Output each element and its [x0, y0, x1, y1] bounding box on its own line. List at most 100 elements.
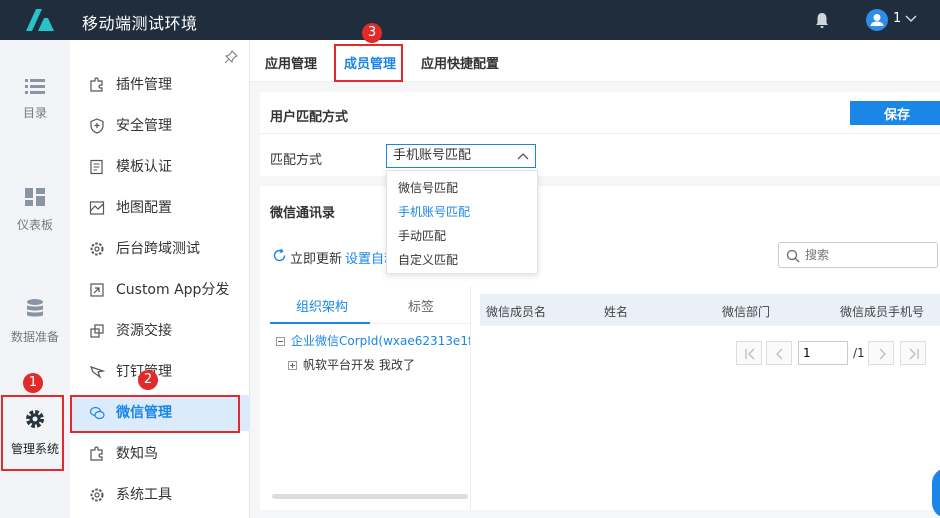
rail-label-dashboard: 仪表板	[16, 218, 53, 232]
chevron-left-icon	[776, 348, 783, 360]
last-page-button[interactable]	[900, 341, 926, 365]
puzzle-icon	[90, 77, 103, 92]
menu-label: 插件管理	[116, 77, 172, 93]
tab-org-structure[interactable]: 组织架构	[296, 296, 348, 315]
chevron-up-icon	[517, 153, 529, 160]
pin-icon[interactable]	[224, 50, 238, 64]
dashboard-icon	[25, 188, 45, 206]
collapse-icon[interactable]	[276, 337, 285, 346]
member-table-header: 微信成员名 姓名 微信部门 微信成员手机号	[480, 294, 940, 326]
rail-item-dashboard[interactable]: 仪表板	[0, 188, 70, 233]
rail-label-catalog: 目录	[22, 106, 47, 120]
refresh-now-button[interactable]: 立即更新	[290, 248, 342, 267]
tree-node-corp[interactable]: 企业微信CorpId(wxae62313e1fa9	[276, 332, 470, 349]
expand-icon[interactable]	[288, 361, 297, 370]
shield-icon	[90, 118, 104, 134]
step-badge-2: 2	[138, 370, 158, 390]
bird-icon	[90, 446, 103, 461]
menu-item-cors-test[interactable]: 后台跨域测试	[70, 231, 250, 267]
next-page-button[interactable]	[868, 341, 894, 365]
panel-divider	[470, 286, 471, 510]
menu-item-dingtalk[interactable]: 钉钉管理	[70, 354, 250, 390]
menu-item-resource-handover[interactable]: 资源交接	[70, 313, 250, 349]
option-manual[interactable]: 手动匹配	[398, 227, 446, 244]
column-header[interactable]: 姓名	[604, 303, 628, 320]
highlight-admin	[1, 395, 64, 471]
tab-tags[interactable]: 标签	[408, 296, 434, 315]
rail-item-data-prep[interactable]: 数据准备	[0, 298, 70, 345]
first-page-button[interactable]	[736, 341, 762, 365]
match-method-label: 匹配方式	[270, 153, 323, 168]
floating-help-button[interactable]	[932, 468, 940, 518]
page-number-input[interactable]	[798, 341, 848, 365]
bell-icon[interactable]	[814, 11, 830, 29]
main-content: 应用管理 成员管理 应用快捷配置 用户匹配方式 保存 匹配方式 手机账号匹配 微…	[250, 40, 940, 518]
divider	[260, 133, 940, 134]
chevron-down-icon[interactable]	[905, 14, 917, 24]
match-method-select[interactable]: 手机账号匹配	[386, 144, 536, 168]
menu-item-system-tools[interactable]: 系统工具	[70, 477, 250, 513]
menu-item-map-config[interactable]: 地图配置	[70, 190, 250, 226]
share-icon	[90, 283, 104, 297]
menu-label: 地图配置	[116, 200, 172, 216]
tab-app-shortcut-config[interactable]: 应用快捷配置	[421, 53, 499, 72]
menu-item-shuzhiniao[interactable]: 数知鸟	[70, 436, 250, 472]
user-match-card: 用户匹配方式 保存 匹配方式 手机账号匹配	[260, 92, 940, 176]
tree-node-label: 企业微信CorpId(wxae62313e1fa9	[291, 334, 470, 348]
top-bar: 移动端测试环境 1	[0, 0, 940, 40]
menu-label: Custom App分发	[116, 282, 230, 298]
rail-item-catalog[interactable]: 目录	[0, 78, 70, 121]
highlight-wechat	[70, 395, 240, 433]
user-count[interactable]: 1	[893, 11, 901, 26]
option-custom[interactable]: 自定义匹配	[398, 251, 458, 268]
menu-item-security[interactable]: 安全管理	[70, 108, 250, 144]
save-button[interactable]: 保存	[850, 101, 940, 125]
menu-item-plugins[interactable]: 插件管理	[70, 67, 250, 103]
search-input[interactable]	[805, 246, 930, 264]
org-tab-bar: 组织架构 标签	[270, 286, 470, 324]
page-total: /1	[853, 346, 865, 360]
highlight-member-tab	[334, 44, 403, 82]
menu-label: 安全管理	[116, 118, 172, 134]
logo-icon	[26, 9, 54, 31]
menu-label: 后台跨域测试	[116, 241, 200, 257]
tools-icon	[90, 488, 104, 502]
user-icon	[870, 14, 884, 26]
list-icon	[25, 79, 45, 94]
settings-icon	[90, 242, 104, 256]
match-method-value: 手机账号匹配	[393, 148, 472, 163]
refresh-icon[interactable]	[272, 248, 287, 263]
last-page-icon	[909, 348, 919, 360]
user-avatar[interactable]	[866, 9, 888, 31]
tab-app-management[interactable]: 应用管理	[265, 53, 317, 72]
menu-item-template-auth[interactable]: 模板认证	[70, 149, 250, 185]
section-title-wechat-contacts: 微信通讯录	[270, 206, 336, 221]
tree-scrollbar[interactable]	[272, 494, 468, 499]
tree-node-label: 帆软平台开发 我改了	[303, 358, 415, 372]
step-badge-1: 1	[23, 373, 43, 393]
rail-label-data-prep: 数据准备	[10, 330, 59, 344]
step-badge-3: 3	[362, 23, 382, 43]
match-method-dropdown: 微信号匹配 手机账号匹配 手动匹配 自定义匹配	[386, 170, 538, 274]
map-icon	[89, 201, 105, 215]
admin-submenu: 插件管理 安全管理 模板认证 地图配置 后台跨域测试 Custom App分发 …	[70, 40, 250, 518]
menu-label: 系统工具	[116, 487, 172, 503]
column-header[interactable]: 微信部门	[722, 303, 770, 320]
menu-item-custom-app[interactable]: Custom App分发	[70, 272, 250, 308]
active-tab-indicator	[270, 322, 370, 324]
menu-label: 资源交接	[116, 323, 172, 339]
chevron-right-icon	[879, 348, 886, 360]
menu-label: 数知鸟	[116, 446, 158, 462]
column-header[interactable]: 微信成员手机号	[840, 303, 924, 320]
member-search[interactable]	[778, 242, 938, 268]
menu-label: 模板认证	[116, 159, 172, 175]
search-icon	[786, 249, 800, 263]
option-wechat-id[interactable]: 微信号匹配	[398, 179, 458, 196]
option-mobile-account[interactable]: 手机账号匹配	[398, 203, 470, 220]
template-icon	[90, 159, 103, 175]
dingtalk-icon	[89, 366, 105, 379]
column-header[interactable]: 微信成员名	[486, 303, 546, 320]
prev-page-button[interactable]	[766, 341, 792, 365]
section-title-user-match: 用户匹配方式	[270, 110, 349, 125]
tree-node-dept[interactable]: 帆软平台开发 我改了	[288, 356, 415, 373]
